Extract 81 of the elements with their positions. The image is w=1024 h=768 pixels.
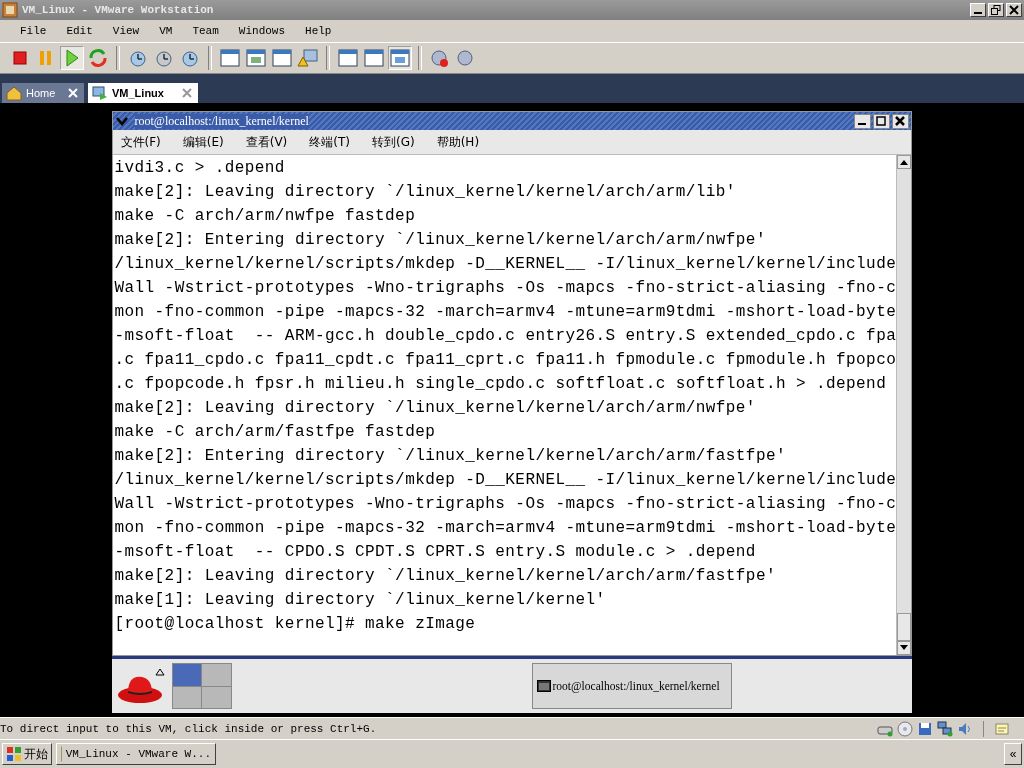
terminal-line: make -C arch/arm/fastfpe fastdep [114,422,437,443]
restore-button[interactable] [988,3,1004,17]
tab[interactable]: Home [2,83,84,103]
window-icon [219,47,241,69]
settings-toolbar-button[interactable] [336,46,360,70]
menu-item[interactable]: 编辑(E) [182,133,236,151]
minimize-button[interactable] [853,113,871,129]
terminal-title: root@localhost:/linux_kernel/kernel [134,113,309,129]
window-icon [271,47,293,69]
floppy-icon[interactable] [917,720,933,737]
window-icon [389,47,411,69]
menu-item[interactable]: 查看(V) [245,133,300,151]
network-icon[interactable] [937,720,953,737]
terminal-line: make[2]: Entering directory `/linux_kernel/kernel/arch/arm/nwfpe' [114,230,767,251]
terminal-line: -msoft-float -- ARM-gcc.h double_cpdo.c entry26.S entry.S extended_cpdo.c fpa [114,326,896,347]
close-icon[interactable] [182,88,192,98]
window-icon [337,47,359,69]
terminal-line: make[2]: Entering directory `/linux_kernel/kernel/arch/arm/fastfpe' [114,446,787,467]
close-button[interactable] [891,113,909,129]
menu-item[interactable]: 终端(T) [309,133,362,151]
window-icon [363,47,385,69]
console-toolbar-button[interactable] [362,46,386,70]
minimize-icon [974,12,982,14]
quick-toolbar-button[interactable] [270,46,294,70]
maximize-icon [876,116,886,126]
window-title: VM_Linux - VMware Workstation [22,4,214,16]
menu-item[interactable]: Team [182,25,229,37]
maximize-button[interactable] [872,113,890,129]
terminal-line: make[1]: Leaving directory `/linux_kernel/kernel' [114,590,607,611]
windows-logo-icon [6,746,22,762]
close-icon [895,116,905,126]
terminal-line: make[2]: Leaving directory `/linux_kernel/kernel/arch/arm/fastfpe' [114,566,777,587]
vm-icon [92,85,108,101]
full-toolbar-button[interactable] [244,46,268,70]
terminal-icon [536,680,551,693]
terminal-line: [root@localhost kernel]# make zImage [114,614,477,635]
start-button[interactable]: 开始 [2,743,52,765]
tab[interactable]: VM_Linux [88,83,198,103]
window-icon [245,47,267,69]
terminal-line: mon -fno-common -pipe -mapcs-32 -march=armv4 -mtune=arm9tdmi -mshort-load-byte [114,302,896,323]
sidebar-toolbar-button[interactable] [218,46,242,70]
terminal-line: ivdi3.c > .depend [114,158,286,179]
down-arrow-icon[interactable] [899,645,908,652]
refresh-icon [87,47,109,69]
terminal-line: make -C arch/arm/nwfpe fastdep [114,206,417,227]
warning-icon [297,47,319,69]
task-button[interactable]: root@localhost:/linux_kernel/kernel [531,663,732,710]
terminal-line: .c fpopcode.h fpsr.h milieu.h single_cpdo.c softfloat.c softfloat.h > .depend [114,374,888,395]
terminal-line: mon -fno-common -pipe -mapcs-32 -march=armv4 -mtune=arm9tdmi -mshort-load-byte [114,518,896,539]
tabs-toolbar-button[interactable] [388,46,412,70]
scroll-thumb[interactable] [896,613,911,642]
collapse-button[interactable]: « [1004,743,1022,765]
disc-icon[interactable] [897,720,913,737]
menu-item[interactable]: View [102,25,150,37]
menu-item[interactable]: 帮助(H) [436,133,492,151]
scrollbar[interactable] [895,155,911,656]
status-text: To direct input to this VM, click inside or press Ctrl+G. [0,722,377,735]
menu-item[interactable]: 文件(F) [120,133,173,151]
menu-item[interactable]: Help [295,25,342,37]
terminal-line: Wall -Wstrict-prototypes -Wno-trigraphs -Os -mapcs -fno-strict-aliasing -fno-c [114,278,896,299]
disc-icon [429,47,451,69]
taskbar-button[interactable]: VM_Linux - VMware W... [56,743,216,765]
close-icon [1009,5,1019,15]
terminal-line: make[2]: Leaving directory `/linux_kernel/kernel/arch/arm/nwfpe' [114,398,757,419]
terminal-line: /linux_kernel/kernel/scripts/mkdep -D__KERNEL__ -I/linux_kernel/kernel/include [114,254,896,275]
terminal-line: -msoft-float -- CPDO.S CPDT.S CPRT.S entry.S module.c > .depend [114,542,757,563]
menu-item[interactable]: Edit [56,25,103,37]
terminal-line: Wall -Wstrict-prototypes -Wno-trigraphs -Os -mapcs -fno-strict-aliasing -fno-c [114,494,896,515]
menu-item[interactable]: VM [149,25,183,37]
warn-toolbar-button[interactable] [296,46,320,70]
house-icon [6,85,22,101]
menu-item[interactable]: Windows [228,25,296,37]
restore-icon [991,5,1001,15]
terminal-line: /linux_kernel/kernel/scripts/mkdep -D__KERNEL__ -I/linux_kernel/kernel/include [114,470,896,491]
terminal-line: .c fpa11_cpdo.c fpa11_cpdt.c fpa11_cprt.c fpa11.h fpmodule.c fpmodule.h fpopco [114,350,896,371]
play-toolbar-button[interactable] [60,46,84,70]
minimize-icon [858,122,866,125]
menu-item[interactable]: 转到(G) [372,133,427,151]
terminal-line: make[2]: Leaving directory `/linux_kernel/kernel/arch/arm/lib' [114,182,737,203]
up-arrow-icon[interactable] [899,159,908,165]
menu-item[interactable]: File [10,25,57,37]
